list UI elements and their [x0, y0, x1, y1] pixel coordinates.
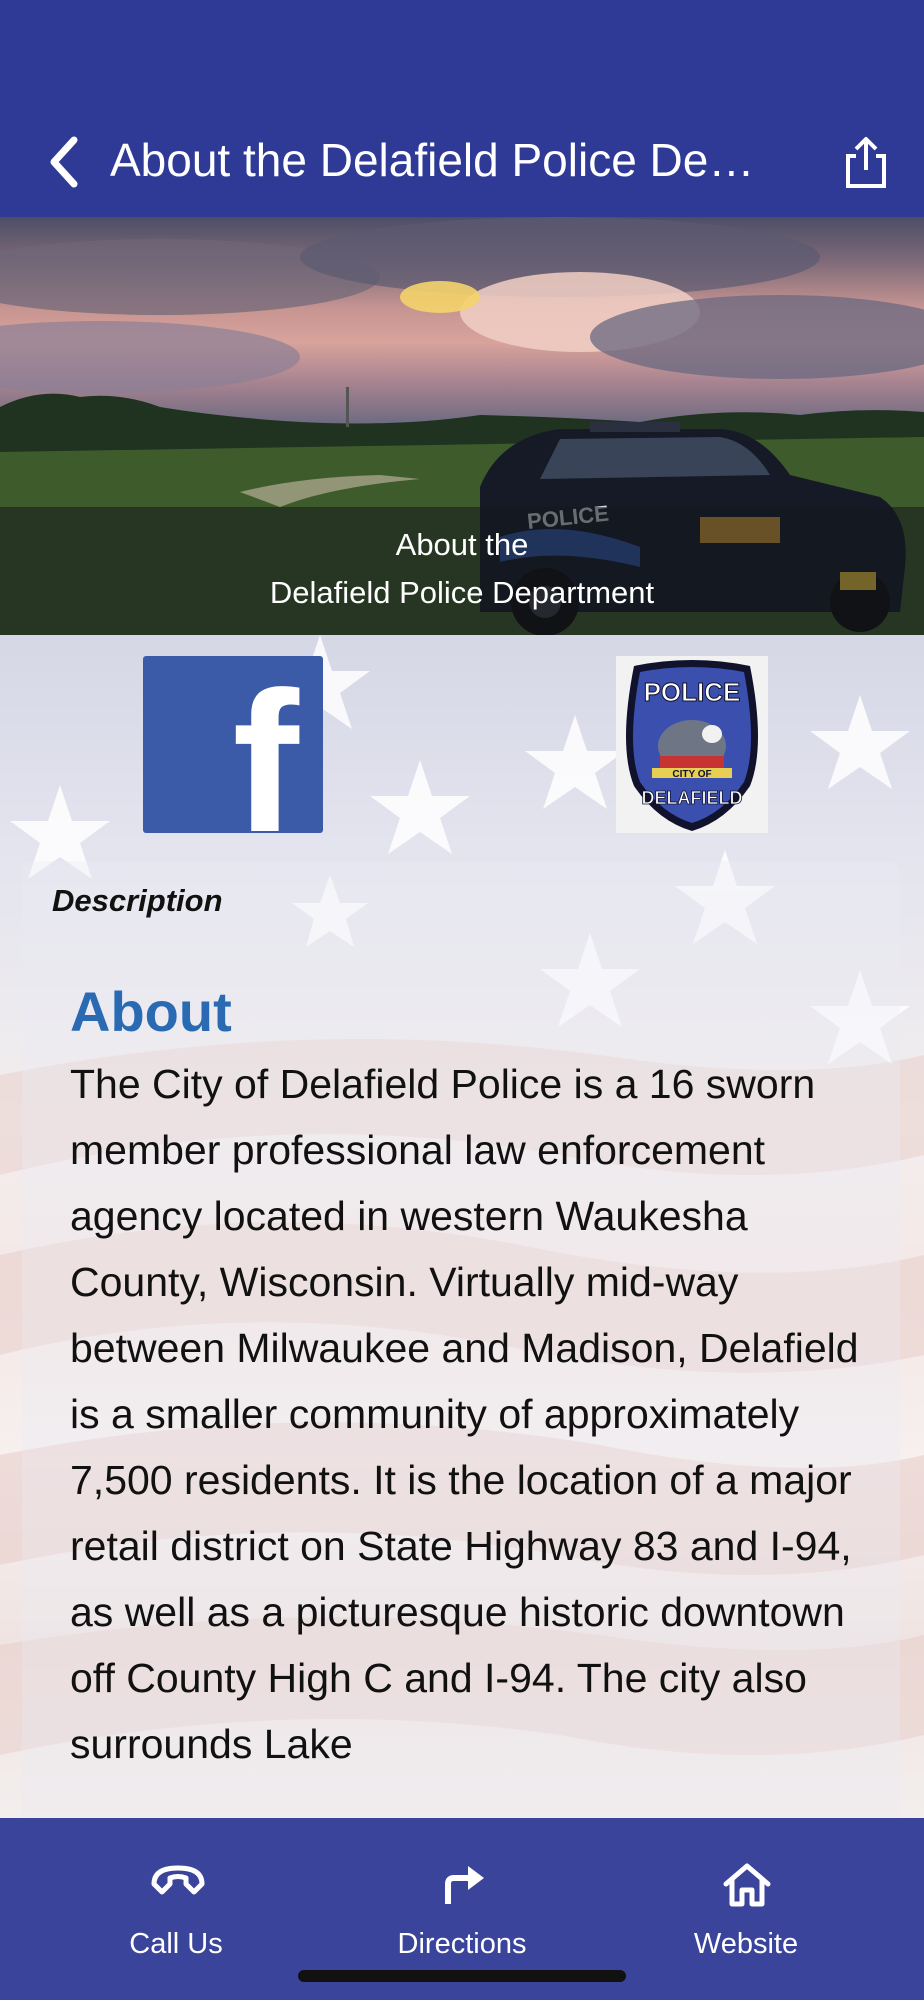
website-tab[interactable]: Website — [646, 1818, 846, 1978]
facebook-icon: f — [232, 656, 299, 834]
page-title: About the Delafield Police De… — [110, 134, 755, 186]
police-badge-logo[interactable]: POLICE CITY OF DELAFIELD — [616, 656, 768, 833]
content-area[interactable]: f POLICE CITY OF DELAFIELD Description A… — [0, 635, 924, 1818]
badge-bottom-text: DELAFIELD — [642, 788, 743, 808]
share-button[interactable] — [842, 134, 890, 190]
description-card: Description About The City of Delafield … — [22, 861, 900, 1818]
badge-top-text: POLICE — [644, 677, 741, 707]
badge-ribbon-text: CITY OF — [672, 769, 711, 780]
website-label: Website — [693, 1928, 799, 1960]
hero-image: POLICE About the Delafield Police Depart… — [0, 217, 924, 635]
share-icon — [846, 137, 886, 188]
chevron-left-icon — [50, 136, 78, 188]
back-button[interactable] — [44, 134, 88, 190]
hero-caption-line2: Delafield Police Department — [269, 575, 655, 610]
home-icon — [723, 1863, 771, 1907]
directions-tab[interactable]: Directions — [362, 1818, 562, 1978]
directions-arrow-icon — [445, 1866, 484, 1904]
hero-caption: About the Delafield Police Department — [0, 507, 924, 635]
nav-bar: About the Delafield Police De… — [0, 0, 924, 217]
about-heading: About — [70, 980, 232, 1043]
call-us-label: Call Us — [129, 1928, 223, 1960]
about-body-text: The City of Delafield Police is a 16 swo… — [70, 1061, 859, 1767]
description-label: Description — [52, 883, 223, 918]
facebook-logo[interactable]: f — [143, 656, 323, 833]
police-badge-icon: POLICE CITY OF DELAFIELD — [626, 660, 758, 831]
home-indicator — [298, 1970, 626, 1982]
call-us-tab[interactable]: Call Us — [76, 1818, 276, 1978]
hero-caption-line1: About the — [395, 527, 529, 562]
directions-label: Directions — [397, 1928, 527, 1960]
phone-icon — [151, 1865, 205, 1895]
